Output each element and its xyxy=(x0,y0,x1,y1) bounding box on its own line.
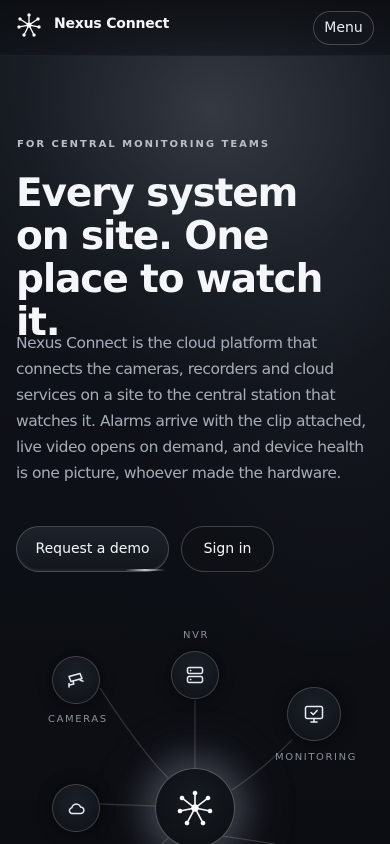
hero-description: Nexus Connect is the cloud platform that… xyxy=(16,334,366,482)
monitoring-node[interactable] xyxy=(287,687,341,741)
sign-in-button[interactable]: Sign in xyxy=(181,526,274,572)
integration-diagram: NVR CAMERAS MONITORING xyxy=(0,600,390,844)
site-header: Nexus Connect Menu xyxy=(0,0,390,56)
nvr-label: NVR xyxy=(183,630,210,641)
nexus-logo-icon[interactable] xyxy=(16,12,42,38)
cloud-node[interactable] xyxy=(52,784,100,832)
cameras-node[interactable] xyxy=(52,656,100,704)
hero-eyebrow: FOR CENTRAL MONITORING TEAMS xyxy=(17,139,271,150)
monitor-icon xyxy=(304,705,324,723)
brand-name[interactable]: Nexus Connect xyxy=(54,16,169,32)
nvr-node[interactable] xyxy=(171,651,219,699)
network-hub-icon xyxy=(177,790,213,826)
camera-icon xyxy=(68,672,84,688)
cloud-icon xyxy=(68,803,85,815)
central-hub-node[interactable] xyxy=(155,768,235,844)
hero-headline: Every system on site. One place to watch… xyxy=(16,171,323,345)
request-demo-button[interactable]: Request a demo xyxy=(16,526,169,572)
menu-button[interactable]: Menu xyxy=(313,11,374,45)
monitoring-label: MONITORING xyxy=(275,752,358,763)
server-icon xyxy=(186,666,204,684)
cameras-label: CAMERAS xyxy=(48,714,108,725)
